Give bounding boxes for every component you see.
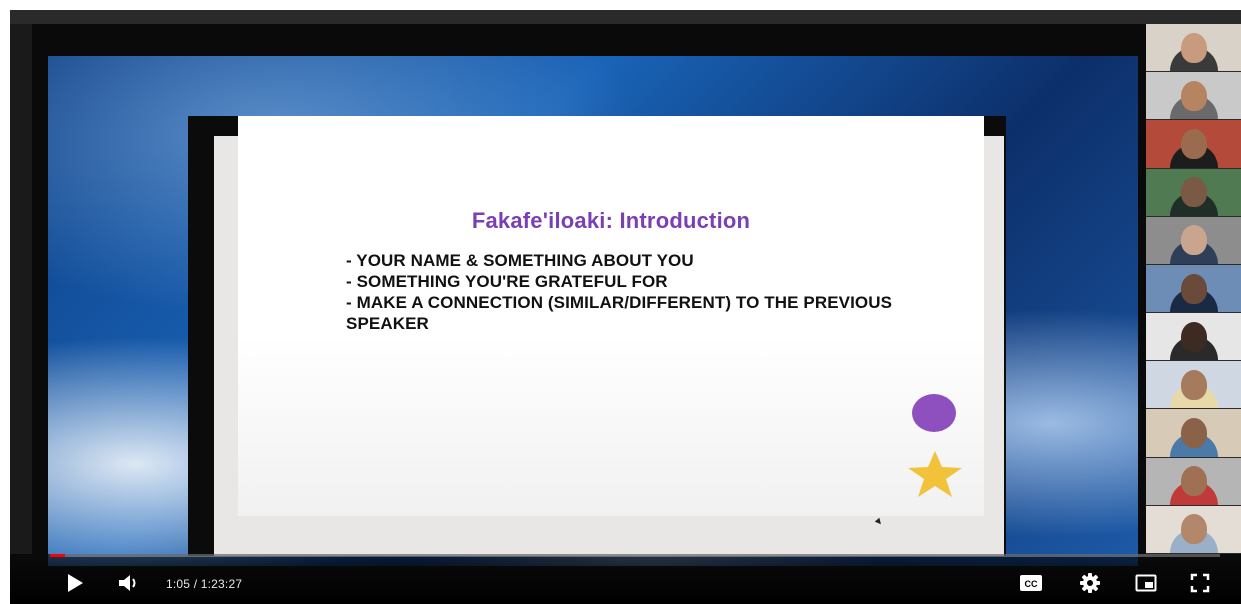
participant-tile (1146, 409, 1241, 457)
player-controls: 1:05 / 1:23:27 CC (10, 554, 1241, 604)
participant-avatar (1181, 273, 1207, 304)
participant-tile (1146, 361, 1241, 409)
play-icon (68, 574, 83, 592)
fullscreen-button[interactable] (1186, 570, 1214, 596)
participant-tile (1146, 72, 1241, 120)
participant-tile (1146, 505, 1241, 553)
participant-tile (1146, 264, 1241, 313)
captions-label: CC (1025, 579, 1038, 589)
video-frame[interactable]: Fakafe'iloaki: Introduction - YOUR NAME … (32, 24, 1146, 566)
participant-avatar (1181, 177, 1207, 208)
miniplayer-button[interactable] (1132, 570, 1160, 596)
volume-icon (119, 575, 136, 591)
video-top-bar (10, 10, 1241, 24)
play-button[interactable] (62, 570, 88, 596)
slide-bullet: - SOMETHING YOU'RE GRATEFUL FOR (346, 272, 668, 291)
miniplayer-icon (1135, 574, 1157, 592)
volume-button[interactable] (116, 570, 142, 596)
time-display: 1:05 / 1:23:27 (166, 577, 242, 591)
participant-avatar (1181, 80, 1207, 111)
participant-avatar (1181, 32, 1207, 63)
purple-circle-decoration (912, 394, 956, 432)
duration: 1:23:27 (200, 577, 243, 591)
progress-bar[interactable] (50, 554, 1220, 557)
captions-icon: CC (1020, 575, 1042, 591)
presentation-slide: Fakafe'iloaki: Introduction - YOUR NAME … (238, 116, 984, 527)
progress-fill (50, 554, 66, 557)
participant-avatar (1181, 466, 1207, 497)
gear-icon (1080, 573, 1100, 593)
participant-gallery (1146, 24, 1241, 554)
participant-tile (1146, 168, 1241, 216)
slide-title: Fakafe'iloaki: Introduction (471, 208, 751, 233)
participant-tile (1146, 120, 1241, 168)
participant-avatar (1181, 514, 1207, 545)
participant-tile (1146, 216, 1241, 264)
participant-avatar (1181, 225, 1207, 256)
settings-button[interactable] (1076, 570, 1104, 596)
slide-bullets: - YOUR NAME & SOMETHING ABOUT YOU - SOME… (346, 250, 946, 334)
shared-screen-desktop: Fakafe'iloaki: Introduction - YOUR NAME … (48, 56, 1138, 566)
participant-avatar (1181, 418, 1207, 449)
participant-avatar (1181, 129, 1207, 160)
fullscreen-icon (1190, 573, 1210, 593)
participant-avatar (1181, 369, 1207, 400)
captions-button[interactable]: CC (1016, 570, 1046, 596)
participant-tile (1146, 313, 1241, 361)
video-player[interactable]: Fakafe'iloaki: Introduction - YOUR NAME … (10, 10, 1241, 604)
current-time: 1:05 (166, 577, 191, 591)
time-separator: / (190, 577, 201, 591)
slide-bullet: - YOUR NAME & SOMETHING ABOUT YOU (346, 251, 694, 270)
slide-bullet: - MAKE A CONNECTION (SIMILAR/DIFFERENT) … (346, 293, 893, 333)
participant-tile (1146, 24, 1241, 72)
star-decoration (908, 451, 962, 497)
participant-avatar (1181, 321, 1207, 352)
participant-tile (1146, 457, 1241, 505)
